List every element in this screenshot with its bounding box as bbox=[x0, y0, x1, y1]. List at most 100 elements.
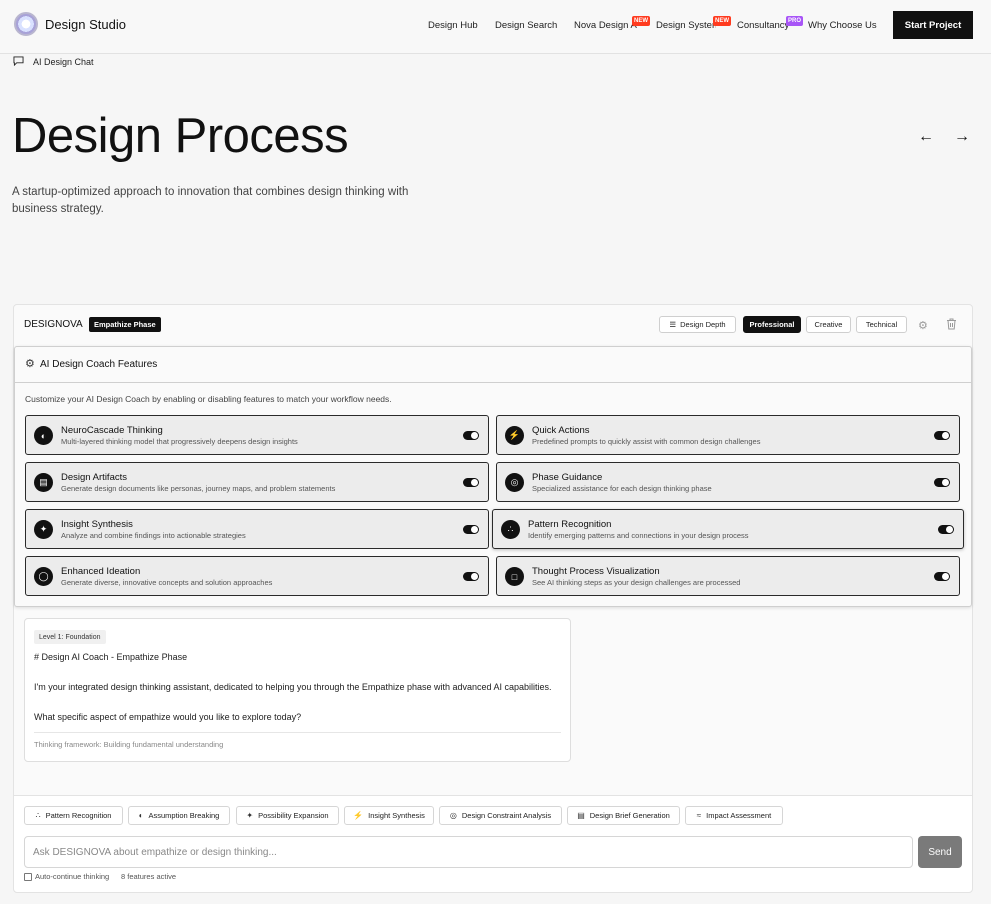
chat-bubble-icon bbox=[13, 56, 24, 66]
feature-toggle[interactable] bbox=[934, 572, 950, 581]
nav-consultancy[interactable]: Consultancy bbox=[737, 20, 789, 31]
panel-brand: DESIGNOVA bbox=[24, 319, 83, 330]
logo-icon[interactable] bbox=[14, 12, 38, 36]
quick-action-possibility-expansion[interactable]: ✦ Possibility Expansion bbox=[236, 806, 339, 825]
phase-badge: Empathize Phase bbox=[89, 317, 161, 332]
feature-insight-synthesis[interactable]: ✦ Insight Synthesis Analyze and combine … bbox=[25, 509, 489, 549]
feature-name: Insight Synthesis bbox=[61, 519, 133, 530]
feature-toggle[interactable] bbox=[934, 478, 950, 487]
sparkles-icon: ✦ bbox=[246, 811, 254, 820]
feature-description: Multi-layered thinking model that progre… bbox=[61, 437, 298, 446]
nav-design-search[interactable]: Design Search bbox=[495, 20, 557, 31]
quick-action-label: Impact Assessment bbox=[706, 811, 772, 820]
page-subtitle: A startup-optimized approach to innovati… bbox=[12, 186, 409, 215]
new-badge: NEW bbox=[632, 16, 650, 26]
quick-action-label: Design Constraint Analysis bbox=[461, 811, 552, 820]
brand-name[interactable]: Design Studio bbox=[45, 17, 126, 32]
pro-badge: PRO bbox=[786, 16, 804, 26]
feature-phase-guidance[interactable]: ◎ Phase Guidance Specialized assistance … bbox=[496, 462, 960, 502]
nav-design-system[interactable]: Design Systen bbox=[656, 20, 716, 31]
layers-icon: ☰ bbox=[669, 320, 677, 329]
new-badge: NEW bbox=[713, 16, 731, 26]
feature-description: Identify emerging patterns and connectio… bbox=[528, 531, 749, 540]
feature-toggle[interactable] bbox=[934, 431, 950, 440]
breadcrumb[interactable]: AI Design Chat bbox=[33, 57, 94, 67]
document-icon: ▤ bbox=[34, 473, 53, 492]
feature-name: Design Artifacts bbox=[61, 472, 127, 483]
feature-description: Specialized assistance for each design t… bbox=[532, 484, 712, 493]
design-depth-button[interactable]: ☰ Design Depth bbox=[659, 316, 736, 333]
feature-toggle[interactable] bbox=[463, 572, 479, 581]
level-badge: Level 1: Foundation bbox=[34, 630, 106, 644]
brain-icon: ◐ bbox=[34, 426, 53, 445]
feature-name: Enhanced Ideation bbox=[61, 566, 141, 577]
network-icon: ∴ bbox=[35, 811, 41, 820]
auto-continue-label: Auto-continue thinking bbox=[35, 872, 110, 881]
start-project-button[interactable]: Start Project bbox=[893, 11, 973, 39]
chart-icon: ≈ bbox=[696, 811, 702, 820]
feature-description: Predefined prompts to quickly assist wit… bbox=[532, 437, 761, 446]
quick-action-label: Insight Synthesis bbox=[368, 811, 425, 820]
message-heading: # Design AI Coach - Empathize Phase bbox=[34, 652, 188, 662]
chat-icon: □ bbox=[505, 567, 524, 586]
quick-action-design-brief-generation[interactable]: ▤ Design Brief Generation bbox=[567, 806, 680, 825]
feature-description: Generate diverse, innovative concepts an… bbox=[61, 578, 273, 587]
document-icon: ▤ bbox=[577, 811, 585, 820]
page-title: Design Process bbox=[12, 109, 349, 163]
feature-neurocascade-thinking[interactable]: ◐ NeuroCascade Thinking Multi-layered th… bbox=[25, 415, 489, 455]
quick-action-insight-synthesis[interactable]: ⚡ Insight Synthesis bbox=[344, 806, 434, 825]
feature-description: Analyze and combine findings into action… bbox=[61, 531, 246, 540]
feature-name: NeuroCascade Thinking bbox=[61, 425, 163, 436]
lightning-icon: ⚡ bbox=[353, 811, 364, 820]
target-icon: ◎ bbox=[449, 811, 457, 820]
arrow-left-icon[interactable]: ← bbox=[918, 128, 934, 146]
quick-action-impact-assessment[interactable]: ≈ Impact Assessment bbox=[685, 806, 783, 825]
message-intro: I'm your integrated design thinking assi… bbox=[34, 682, 552, 692]
settings-gear-icon[interactable]: ⚙ bbox=[918, 319, 928, 332]
feature-name: Phase Guidance bbox=[532, 472, 603, 483]
network-icon: ∴ bbox=[501, 520, 520, 539]
quick-action-label: Design Brief Generation bbox=[589, 811, 670, 820]
thinking-framework-label: Thinking framework: Building fundamental… bbox=[34, 740, 224, 749]
feature-design-artifacts[interactable]: ▤ Design Artifacts Generate design docum… bbox=[25, 462, 489, 502]
nav-why-choose-us[interactable]: Why Choose Us bbox=[808, 20, 877, 31]
mode-professional[interactable]: Professional bbox=[743, 316, 801, 333]
chat-input[interactable] bbox=[24, 836, 913, 868]
quick-action-design-constraint-analysis[interactable]: ◎ Design Constraint Analysis bbox=[439, 806, 562, 825]
design-depth-label: Design Depth bbox=[680, 320, 726, 329]
message-question: What specific aspect of empathize would … bbox=[34, 712, 302, 722]
feature-toggle[interactable] bbox=[463, 525, 479, 534]
feature-name: Quick Actions bbox=[532, 425, 590, 436]
auto-continue-checkbox[interactable] bbox=[24, 873, 32, 881]
nav-design-hub[interactable]: Design Hub bbox=[428, 20, 478, 31]
features-description: Customize your AI Design Coach by enabli… bbox=[25, 394, 392, 404]
feature-enhanced-ideation[interactable]: ◯ Enhanced Ideation Generate diverse, in… bbox=[25, 556, 489, 596]
feature-toggle[interactable] bbox=[463, 431, 479, 440]
quick-action-label: Pattern Recognition bbox=[45, 811, 112, 820]
arrow-right-icon[interactable]: → bbox=[954, 128, 970, 146]
trash-icon[interactable] bbox=[946, 318, 957, 330]
quick-action-label: Assumption Breaking bbox=[148, 811, 220, 820]
feature-description: See AI thinking steps as your design cha… bbox=[532, 578, 741, 587]
feature-thought-process-visualization[interactable]: □ Thought Process Visualization See AI t… bbox=[496, 556, 960, 596]
mode-creative[interactable]: Creative bbox=[806, 316, 851, 333]
lightning-icon: ⚡ bbox=[505, 426, 524, 445]
composer-divider bbox=[14, 795, 972, 796]
target-icon: ◎ bbox=[505, 473, 524, 492]
send-button[interactable]: Send bbox=[918, 836, 962, 868]
feature-quick-actions[interactable]: ⚡ Quick Actions Predefined prompts to qu… bbox=[496, 415, 960, 455]
feature-pattern-recognition[interactable]: ∴ Pattern Recognition Identify emerging … bbox=[492, 509, 964, 549]
quick-action-pattern-recognition[interactable]: ∴ Pattern Recognition bbox=[24, 806, 123, 825]
brain-icon: ◐ bbox=[138, 811, 144, 820]
feature-name: Thought Process Visualization bbox=[532, 566, 660, 577]
feature-description: Generate design documents like personas,… bbox=[61, 484, 336, 493]
lightbulb-icon: ◯ bbox=[34, 567, 53, 586]
feature-name: Pattern Recognition bbox=[528, 519, 612, 530]
feature-toggle[interactable] bbox=[938, 525, 954, 534]
sparkles-icon: ✦ bbox=[34, 520, 53, 539]
feature-toggle[interactable] bbox=[463, 478, 479, 487]
features-active-count: 8 features active bbox=[121, 872, 177, 881]
gear-icon: ⚙ bbox=[25, 358, 35, 370]
quick-action-assumption-breaking[interactable]: ◐ Assumption Breaking bbox=[128, 806, 230, 825]
mode-technical[interactable]: Technical bbox=[856, 316, 907, 333]
